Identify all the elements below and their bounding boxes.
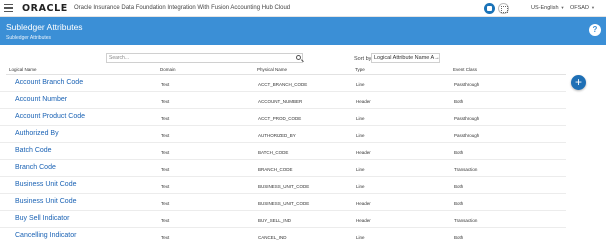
- chevron-down-icon: ▼: [590, 5, 595, 10]
- table-row[interactable]: Cancelling Indicator Text CANCEL_IND Line Bo…: [0, 228, 566, 244]
- sort-select[interactable]: Logical Attribute Name A→Z: [371, 53, 440, 63]
- domain-cell: Text: [161, 167, 170, 172]
- breadcrumb: Subledger Attributes: [6, 35, 52, 41]
- physical-name-cell: ACCOUNT_NUMBER: [258, 99, 303, 104]
- event-class-cell: Transaction: [454, 167, 478, 172]
- type-cell: Header: [356, 201, 371, 206]
- user-label: OFSAD: [570, 5, 589, 11]
- physical-name-cell: ACCT_BRANCH_CODE: [258, 82, 308, 87]
- column-header-domain[interactable]: Domain: [160, 67, 176, 72]
- event-class-cell: Transaction: [454, 218, 478, 223]
- apps-grid-icon[interactable]: [498, 3, 509, 14]
- type-cell: Line: [356, 184, 365, 189]
- event-class-cell: Both: [454, 150, 464, 155]
- physical-name-cell: CANCEL_IND: [258, 235, 287, 240]
- column-header-logical-name[interactable]: Logical Name: [9, 67, 37, 72]
- oracle-logo: ORACLE: [22, 3, 68, 14]
- logical-name-link[interactable]: Batch Code: [15, 147, 52, 154]
- table-row[interactable]: Business Unit Code Text BUSINESS_UNIT_CODE…: [0, 177, 566, 194]
- logical-name-link[interactable]: Business Unit Code: [15, 181, 76, 188]
- column-header-event-class[interactable]: Event Class: [453, 67, 477, 72]
- physical-name-cell: BUSINESS_UNIT_CODE: [258, 184, 310, 189]
- physical-name-cell: ACCT_PROD_CODE: [258, 116, 302, 121]
- type-cell: Line: [356, 167, 365, 172]
- physical-name-cell: BUY_SELL_IND: [258, 218, 292, 223]
- domain-cell: Text: [161, 82, 170, 87]
- event-class-cell: Passthrough: [454, 82, 480, 87]
- physical-name-cell: BRANCH_CODE: [258, 167, 293, 172]
- type-cell: Header: [356, 99, 371, 104]
- search-box: [106, 53, 303, 63]
- type-cell: Line: [356, 82, 365, 87]
- type-cell: Line: [356, 116, 365, 121]
- domain-cell: Text: [161, 133, 170, 138]
- help-button[interactable]: ?: [589, 24, 601, 36]
- event-class-cell: Both: [454, 235, 464, 240]
- logical-name-link[interactable]: Authorized By: [15, 130, 59, 137]
- language-selector[interactable]: US-English ▼: [531, 5, 564, 11]
- logical-name-link[interactable]: Business Unit Code: [15, 198, 76, 205]
- language-label: US-English: [531, 5, 559, 11]
- type-cell: Header: [356, 150, 371, 155]
- physical-name-cell: AUTHORIZED_BY: [258, 133, 296, 138]
- event-class-cell: Passthrough: [454, 116, 480, 121]
- physical-name-cell: BUSINESS_UNIT_CODE: [258, 201, 310, 206]
- domain-cell: Text: [161, 218, 170, 223]
- domain-cell: Text: [161, 116, 170, 121]
- table-row[interactable]: Batch Code Text BATCH_CODE Header Both: [0, 143, 566, 160]
- domain-cell: Text: [161, 150, 170, 155]
- logical-name-link[interactable]: Branch Code: [15, 164, 56, 171]
- sort-label: Sort by: [354, 56, 372, 62]
- table-row[interactable]: Account Branch Code Text ACCT_BRANCH_CODE L…: [0, 75, 566, 92]
- type-cell: Header: [356, 218, 371, 223]
- column-header-type[interactable]: Type: [355, 67, 365, 72]
- chevron-down-icon: ▼: [560, 5, 565, 10]
- table-row[interactable]: Account Product Code Text ACCT_PROD_CODE Li…: [0, 109, 566, 126]
- table-row[interactable]: Account Number Text ACCOUNT_NUMBER Header Bo…: [0, 92, 566, 109]
- search-icon[interactable]: [296, 55, 301, 60]
- domain-cell: Text: [161, 235, 170, 240]
- event-class-cell: Passthrough: [454, 133, 480, 138]
- table-row[interactable]: Authorized By Text AUTHORIZED_BY Line Passth…: [0, 126, 566, 143]
- add-attribute-button[interactable]: +: [571, 75, 586, 90]
- top-bar: ORACLE Oracle Insurance Data Foundation …: [0, 0, 606, 17]
- user-menu[interactable]: OFSAD ▼: [570, 5, 595, 11]
- event-class-cell: Both: [454, 99, 464, 104]
- home-icon[interactable]: [484, 3, 495, 14]
- event-class-cell: Both: [454, 201, 464, 206]
- domain-cell: Text: [161, 99, 170, 104]
- column-header-physical-name[interactable]: Physical Name: [257, 67, 287, 72]
- physical-name-cell: BATCH_CODE: [258, 150, 289, 155]
- type-cell: Line: [356, 133, 365, 138]
- logical-name-link[interactable]: Account Number: [15, 96, 67, 103]
- type-cell: Line: [356, 235, 365, 240]
- domain-cell: Text: [161, 201, 170, 206]
- domain-cell: Text: [161, 184, 170, 189]
- event-class-cell: Both: [454, 184, 464, 189]
- menu-icon[interactable]: [4, 4, 13, 12]
- logical-name-link[interactable]: Account Branch Code: [15, 79, 83, 86]
- table-row[interactable]: Buy Sell Indicator Text BUY_SELL_IND Header…: [0, 211, 566, 228]
- logical-name-link[interactable]: Buy Sell Indicator: [15, 215, 69, 222]
- page-header-band: [0, 17, 606, 45]
- app-title: Oracle Insurance Data Foundation Integra…: [74, 5, 291, 11]
- logical-name-link[interactable]: Cancelling Indicator: [15, 232, 76, 239]
- search-input[interactable]: [109, 54, 289, 62]
- table-row[interactable]: Business Unit Code Text BUSINESS_UNIT_CODE…: [0, 194, 566, 211]
- page-title: Subledger Attributes: [6, 22, 83, 32]
- table-row[interactable]: Branch Code Text BRANCH_CODE Line Transactio…: [0, 160, 566, 177]
- logical-name-link[interactable]: Account Product Code: [15, 113, 85, 120]
